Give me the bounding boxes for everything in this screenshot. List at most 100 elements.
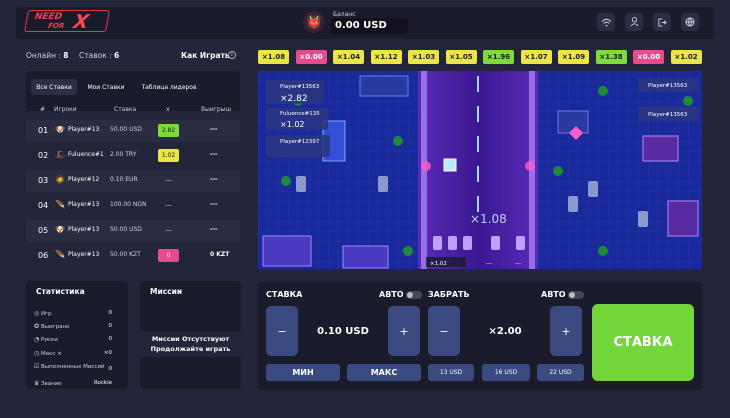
win-amount: 0 KZT <box>210 251 230 258</box>
statistics-panel: Статистика ◎ Игр 0 ✪ Выиграно 0 ◔ Риски 0 ◷ Мак… <box>26 281 128 389</box>
quick-cashout-16[interactable]: 16 USD <box>482 364 530 381</box>
logout-icon[interactable] <box>653 13 671 31</box>
logo-text-x: X <box>71 11 91 33</box>
col-mult: x <box>166 106 170 113</box>
lane-dash-2: --- <box>515 261 521 267</box>
player-tag-name-4: Player#13563 <box>648 83 688 89</box>
player-tag-mult-1: ×2.82 <box>280 94 308 104</box>
player-tag-name-5: Player#13563 <box>648 112 688 118</box>
stat-games: ◎ Игр 0 <box>34 310 112 317</box>
quick-cashout-13[interactable]: 13 USD <box>428 364 474 381</box>
games-icon: ◎ <box>34 310 40 317</box>
player-tag-name-3: Player#12397 <box>280 139 320 145</box>
win-amount: --- <box>210 226 218 233</box>
player-name: Player#13 <box>68 251 100 258</box>
bet-decrease-button[interactable]: − <box>266 306 298 356</box>
table-row: 04 🪶 Player#13 100.00 NGN --- --- <box>26 195 240 217</box>
player-tag-name-2: Fuluence#135 <box>280 111 320 117</box>
col-win: Выигрыш <box>201 106 231 113</box>
online-count: Онлайн : 8 <box>26 51 69 60</box>
win-amount: --- <box>210 201 218 208</box>
row-multiplier: 1.02 <box>158 149 179 162</box>
col-num: # <box>40 106 46 113</box>
auto-bet-label: АВТО <box>379 290 404 299</box>
auto-cashout-label: АВТО <box>541 290 566 299</box>
wifi-icon[interactable] <box>597 13 615 31</box>
player-tag-name-1: Player#13563 <box>280 84 320 90</box>
center-car <box>443 158 457 172</box>
tab-leaderboard[interactable]: Таблица лидеров <box>135 79 203 95</box>
multiplier-chip: ×1.08 <box>258 50 289 64</box>
logo-text-for: FOR <box>47 22 65 30</box>
game-canvas: ×1.08 Player#13563 ×2.82 Fuluence#135 ×1… <box>258 71 702 269</box>
player-name: Fuluence#1 <box>68 151 104 158</box>
stat-won: ✪ Выиграно 0 <box>34 323 112 330</box>
tab-my-bets[interactable]: Мои Ставки <box>81 79 131 95</box>
player-name: Player#12 <box>68 176 100 183</box>
row-multiplier: 2.82 <box>158 124 179 137</box>
stat-max: ◷ Макс × ×0 <box>34 350 112 357</box>
col-bet: Ставка <box>114 106 137 113</box>
multiplier-chip: ×1.07 <box>520 50 552 64</box>
table-row: 02 🎩 Fuluence#1 2.00 TRY 1.02 --- <box>26 145 240 167</box>
row-multiplier: --- <box>165 202 172 209</box>
row-number: 06 <box>38 251 49 260</box>
auto-cashout-toggle[interactable] <box>568 291 584 299</box>
bet-increase-button[interactable]: + <box>388 306 420 356</box>
game-logo: NEED FOR X <box>24 10 110 33</box>
bets-tabs: Все Ставки Мои Ставки Таблица лидеров <box>26 71 240 111</box>
tab-all-bets[interactable]: Все Ставки <box>31 79 77 95</box>
cashout-value[interactable]: ×2.00 <box>460 306 550 356</box>
player-name: Player#13 <box>68 126 100 133</box>
profile-icon[interactable] <box>625 13 643 31</box>
risk-icon: ◔ <box>34 336 40 343</box>
row-number: 01 <box>38 126 49 135</box>
bet-controls: СТАВКА АВТО ЗАБРАТЬ АВТО − 0.10 USD + − … <box>258 282 702 390</box>
player-name: Player#13 <box>68 201 100 208</box>
bet-amount-value[interactable]: 0.10 USD <box>298 306 388 356</box>
win-amount: --- <box>210 126 218 133</box>
row-multiplier: 0 <box>158 249 179 262</box>
trophy-icon: ✪ <box>34 323 40 330</box>
auto-bet-toggle[interactable] <box>406 291 422 299</box>
max-bet-button[interactable]: МАКС <box>347 364 421 381</box>
rank-icon: ♛ <box>34 380 40 387</box>
player-name: Player#13 <box>68 226 100 233</box>
missions-panel: Миссии Миссии Отсутствуют Продолжайте игр… <box>140 281 241 389</box>
lane-dash-1: --- <box>486 261 492 267</box>
bet-amount: 100.00 NGN <box>110 201 147 208</box>
how-to-play-link[interactable]: Как Играть <box>181 51 230 60</box>
multiplier-chip: ×0.00 <box>295 50 327 64</box>
cashout-increase-button[interactable]: + <box>550 306 582 356</box>
user-avatar-icon[interactable]: 👹 <box>303 11 325 33</box>
multiplier-history: ×1.08 ×0.00 ×1.04 ×1.12 ×1.03 ×1.05 ×1.96 ×1.07… <box>258 49 702 65</box>
bet-amount: 2.00 TRY <box>110 151 137 158</box>
cashout-decrease-button[interactable]: − <box>428 306 460 356</box>
win-amount: --- <box>210 151 218 158</box>
bet-amount: 50.00 USD <box>110 226 142 233</box>
info-icon[interactable]: i <box>228 51 236 59</box>
bet-amount: 0.10 EUR <box>110 176 138 183</box>
globe-icon[interactable] <box>681 13 699 31</box>
missions-empty-message: Миссии Отсутствуют Продолжайте играть <box>140 331 241 357</box>
row-number: 02 <box>38 151 49 160</box>
place-bet-button[interactable]: СТАВКА <box>592 304 694 381</box>
quick-cashout-22[interactable]: 22 USD <box>537 364 584 381</box>
player-avatar-icon: 🧔 <box>55 175 65 184</box>
multiplier-chip: ×1.96 <box>483 50 514 64</box>
min-bet-button[interactable]: МИН <box>266 364 340 381</box>
multiplier-chip: ×1.12 <box>370 50 402 64</box>
table-row: 06 🪶 Player#13 50.00 KZT 0 0 KZT <box>26 245 240 267</box>
stat-missions: ☑ Выполненных Миссий 0 <box>34 363 112 372</box>
row-multiplier: --- <box>165 227 172 234</box>
table-row: 05 🐶 Player#13 50.00 USD --- --- <box>26 220 240 242</box>
row-number: 03 <box>38 176 49 185</box>
multiplier-chip: ×0.00 <box>633 50 664 64</box>
current-multiplier: ×1.08 <box>470 212 507 226</box>
checklist-icon: ☑ <box>34 363 40 370</box>
stat-risks: ◔ Риски 0 <box>34 336 112 343</box>
multiplier-chip: ×1.04 <box>333 50 364 64</box>
bets-count: Ставок : 6 <box>79 51 120 60</box>
player-avatar-icon: 🐶 <box>55 225 65 234</box>
win-amount: --- <box>210 176 218 183</box>
